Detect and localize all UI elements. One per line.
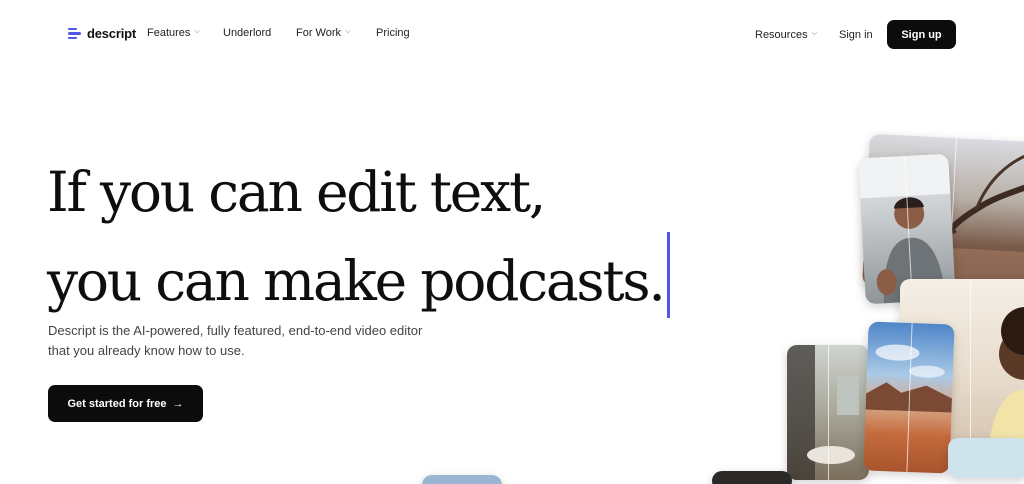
nav-label: Resources <box>755 28 808 41</box>
nav-label: Pricing <box>376 27 410 39</box>
video-card-bottom-dark <box>712 471 792 484</box>
nav-item-underlord[interactable]: Underlord <box>223 27 296 39</box>
cta-label: Get started for free <box>67 397 167 410</box>
sign-in-link[interactable]: Sign in <box>839 29 887 41</box>
nav-item-features[interactable]: Features ⌵ <box>147 27 223 39</box>
video-card-desert <box>863 321 955 474</box>
video-card-kitchen <box>787 345 869 480</box>
text-cursor <box>666 232 670 318</box>
descript-logo-icon <box>68 27 82 41</box>
get-started-button[interactable]: Get started for free → <box>48 385 203 422</box>
headline-line-2-text: you can make podcasts. <box>47 249 666 313</box>
headline-line-2: you can make podcasts. <box>47 232 670 321</box>
headline-line-1: If you can edit text, <box>47 160 546 224</box>
hero-subtext: Descript is the AI-powered, fully featur… <box>48 321 488 361</box>
nav-item-resources[interactable]: Resources ⌵ <box>755 29 839 41</box>
nav-label: Features <box>147 27 191 39</box>
nav-item-pricing[interactable]: Pricing <box>376 27 410 39</box>
arrow-right-icon: → <box>172 397 184 410</box>
video-card-bottom-right <box>948 438 1024 478</box>
brand-logo[interactable]: descript <box>68 26 136 41</box>
subtext-line-1: Descript is the AI-powered, fully featur… <box>48 323 423 338</box>
sign-up-button[interactable]: Sign up <box>887 20 956 49</box>
brand-name: descript <box>87 26 136 41</box>
chevron-down-icon: ⌵ <box>194 28 200 35</box>
nav-secondary: Resources ⌵ Sign in Sign up <box>755 20 956 49</box>
chevron-down-icon: ⌵ <box>345 28 351 35</box>
hero-headline: If you can edit text, you can make podca… <box>47 152 670 321</box>
nav-primary: Features ⌵ Underlord For Work ⌵ Pricing <box>147 27 410 39</box>
chevron-down-icon: ⌵ <box>811 29 817 37</box>
video-card-bottom-left <box>422 475 502 484</box>
nav-item-for-work[interactable]: For Work ⌵ <box>296 27 376 39</box>
nav-label: Underlord <box>223 27 272 39</box>
top-nav: descript Features ⌵ Underlord For Work ⌵… <box>0 0 1024 68</box>
nav-label: For Work <box>296 27 342 39</box>
subtext-line-2: that you already know how to use. <box>48 343 245 358</box>
